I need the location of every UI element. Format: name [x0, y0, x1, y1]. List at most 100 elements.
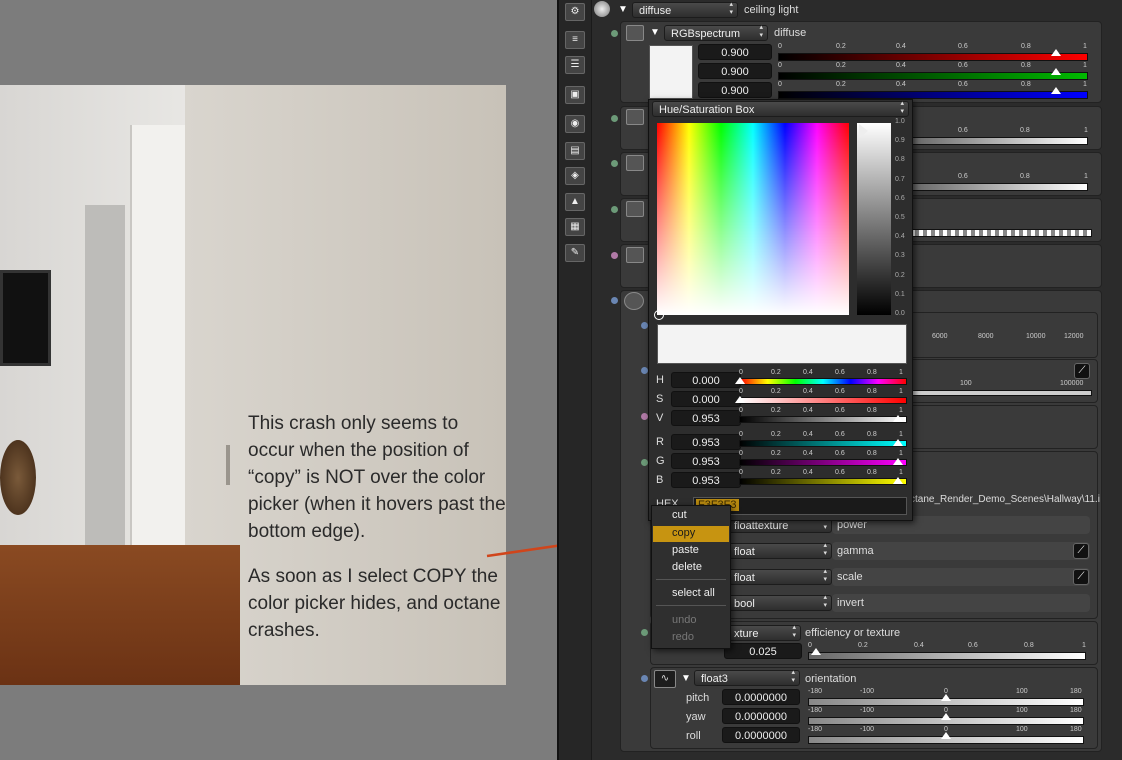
menu-item-select-all[interactable]: select all	[672, 587, 715, 599]
slider-ticks-g: 0 0.2 0.4 0.6 0.8 1	[778, 62, 1087, 69]
pin-dot[interactable]	[641, 413, 648, 420]
pin-dot[interactable]	[641, 322, 648, 329]
texture-icon[interactable]: ▤	[565, 142, 585, 160]
camera-icon[interactable]: ◉	[565, 115, 585, 133]
hue-saturation-box[interactable]	[657, 123, 849, 315]
orientation-type-dropdown[interactable]: float3	[694, 669, 800, 686]
channel-slider-h[interactable]	[739, 378, 907, 385]
invert-type-dropdown[interactable]: bool	[727, 594, 832, 611]
picker-mode-dropdown[interactable]: Hue/Saturation Box	[652, 100, 909, 117]
channel-label-b: B	[656, 474, 664, 486]
value-bar-thumb[interactable]	[859, 124, 868, 138]
channel-slider-thumb[interactable]	[735, 377, 745, 384]
pin-dot[interactable]	[611, 30, 618, 37]
rgb-texture-icon[interactable]	[626, 25, 644, 41]
channel-slider-v[interactable]	[739, 416, 907, 423]
channel-slider-thumb[interactable]	[893, 458, 904, 465]
pitch-value-field[interactable]: 0.0000000	[722, 689, 800, 705]
menu-item-cut[interactable]: cut	[672, 509, 687, 521]
menu-item-delete[interactable]: delete	[672, 561, 702, 573]
collapse-triangle-icon[interactable]: ▼	[618, 4, 628, 15]
value-tick-label: 0.5	[895, 214, 905, 221]
orientation-ticks: -180 -100 0 100 180	[808, 688, 1082, 695]
yaw-value-field[interactable]: 0.0000000	[722, 708, 800, 724]
channel-slider-thumb[interactable]	[735, 396, 745, 403]
channel-value-r[interactable]: 0.953	[671, 434, 741, 450]
menu-separator	[656, 605, 726, 606]
pin-dot[interactable]	[611, 297, 618, 304]
environment-icon[interactable]: ▲	[565, 193, 585, 211]
channel-value-b[interactable]: 0.953	[671, 472, 741, 488]
blue-value-field[interactable]: 0.900	[698, 82, 772, 98]
scale-label: scale	[837, 571, 863, 583]
emission-icon[interactable]	[624, 292, 644, 310]
efficiency-type-dropdown[interactable]: xture	[727, 624, 801, 641]
pin-dot[interactable]	[611, 252, 618, 259]
pin-dot[interactable]	[641, 629, 648, 636]
value-tick-label: 0.4	[895, 233, 905, 241]
scale-field[interactable]	[832, 568, 1090, 586]
material-sphere-icon[interactable]	[594, 1, 610, 17]
pin-dot[interactable]	[611, 160, 618, 167]
channel-slider-thumb[interactable]	[893, 477, 904, 484]
value-bar[interactable]	[857, 123, 891, 315]
diffuse-type-dropdown[interactable]: RGBspectrum	[664, 24, 768, 41]
paint-icon[interactable]: ✎	[565, 244, 585, 262]
efficiency-value-field[interactable]: 0.025	[724, 643, 802, 659]
scale-type-dropdown[interactable]: float	[727, 568, 832, 585]
emission-icon[interactable]: ▦	[565, 218, 585, 236]
sample-slider[interactable]	[910, 390, 1092, 396]
curve-icon[interactable]: ⟋	[1073, 569, 1089, 585]
pin-dot[interactable]	[641, 459, 648, 466]
pin-dot[interactable]	[611, 115, 618, 122]
channel-slider-g[interactable]	[739, 459, 907, 466]
channel-value-s[interactable]: 0.000	[671, 391, 741, 407]
bump-icon[interactable]	[626, 247, 644, 263]
layers-icon[interactable]: ≡	[565, 31, 585, 49]
invert-label: invert	[837, 597, 864, 609]
menu-item-undo: undo	[672, 614, 697, 626]
efficiency-label: efficiency or texture	[805, 627, 901, 639]
diffuse-label: diffuse	[774, 27, 807, 39]
annotation-paragraph-1: This crash only seems to occur when the …	[248, 413, 506, 542]
channel-value-g[interactable]: 0.953	[671, 453, 741, 469]
float-texture-icon[interactable]	[626, 109, 644, 125]
ies-file-path[interactable]: ctane_Render_Demo_Scenes\Hallway\11.ies	[910, 494, 1100, 508]
green-value-field[interactable]: 0.900	[698, 63, 772, 79]
opacity-checker-bar[interactable]	[910, 229, 1092, 237]
pin-dot[interactable]	[611, 206, 618, 213]
collapse-triangle-icon[interactable]: ▼	[681, 673, 691, 684]
pin-dot[interactable]	[641, 675, 648, 682]
channel-slider-r[interactable]	[739, 440, 907, 447]
channel-slider-s[interactable]	[739, 397, 907, 404]
channel-slider-b[interactable]	[739, 478, 907, 485]
roll-value-field[interactable]: 0.0000000	[722, 727, 800, 743]
settings-icon[interactable]: ⚙	[565, 3, 585, 21]
channel-slider-thumb[interactable]	[893, 439, 904, 446]
red-value-field[interactable]: 0.900	[698, 44, 772, 60]
color-swatch[interactable]	[649, 45, 693, 99]
float3-icon[interactable]: ∿	[654, 670, 676, 688]
channel-label-g: G	[656, 455, 665, 467]
collapse-triangle-icon[interactable]: ▼	[650, 27, 660, 38]
channel-value-h[interactable]: 0.000	[671, 372, 741, 388]
material-type-dropdown[interactable]: diffuse	[632, 1, 738, 18]
float-texture-icon[interactable]	[626, 201, 644, 217]
channel-value-v[interactable]: 0.953	[671, 410, 741, 426]
menu-item-copy[interactable]: copy	[672, 527, 695, 539]
gamma-type-dropdown[interactable]: float	[727, 542, 832, 559]
hallway-doorway	[85, 205, 125, 565]
pin-dot[interactable]	[641, 367, 648, 374]
image-icon[interactable]: ▣	[565, 86, 585, 104]
channel-slider-thumb[interactable]	[893, 415, 904, 422]
material-icon[interactable]: ◈	[565, 167, 585, 185]
stack-icon[interactable]: ☰	[565, 56, 585, 74]
curve-icon[interactable]: ⟋	[1073, 543, 1089, 559]
picker-cursor[interactable]	[654, 310, 664, 320]
curve-icon[interactable]: ⟋	[1074, 363, 1090, 379]
menu-item-paste[interactable]: paste	[672, 544, 699, 556]
float-texture-icon[interactable]	[626, 155, 644, 171]
wall-picture-frame	[0, 270, 51, 366]
invert-field[interactable]	[832, 594, 1090, 612]
material-name-label: ceiling light	[744, 4, 799, 16]
